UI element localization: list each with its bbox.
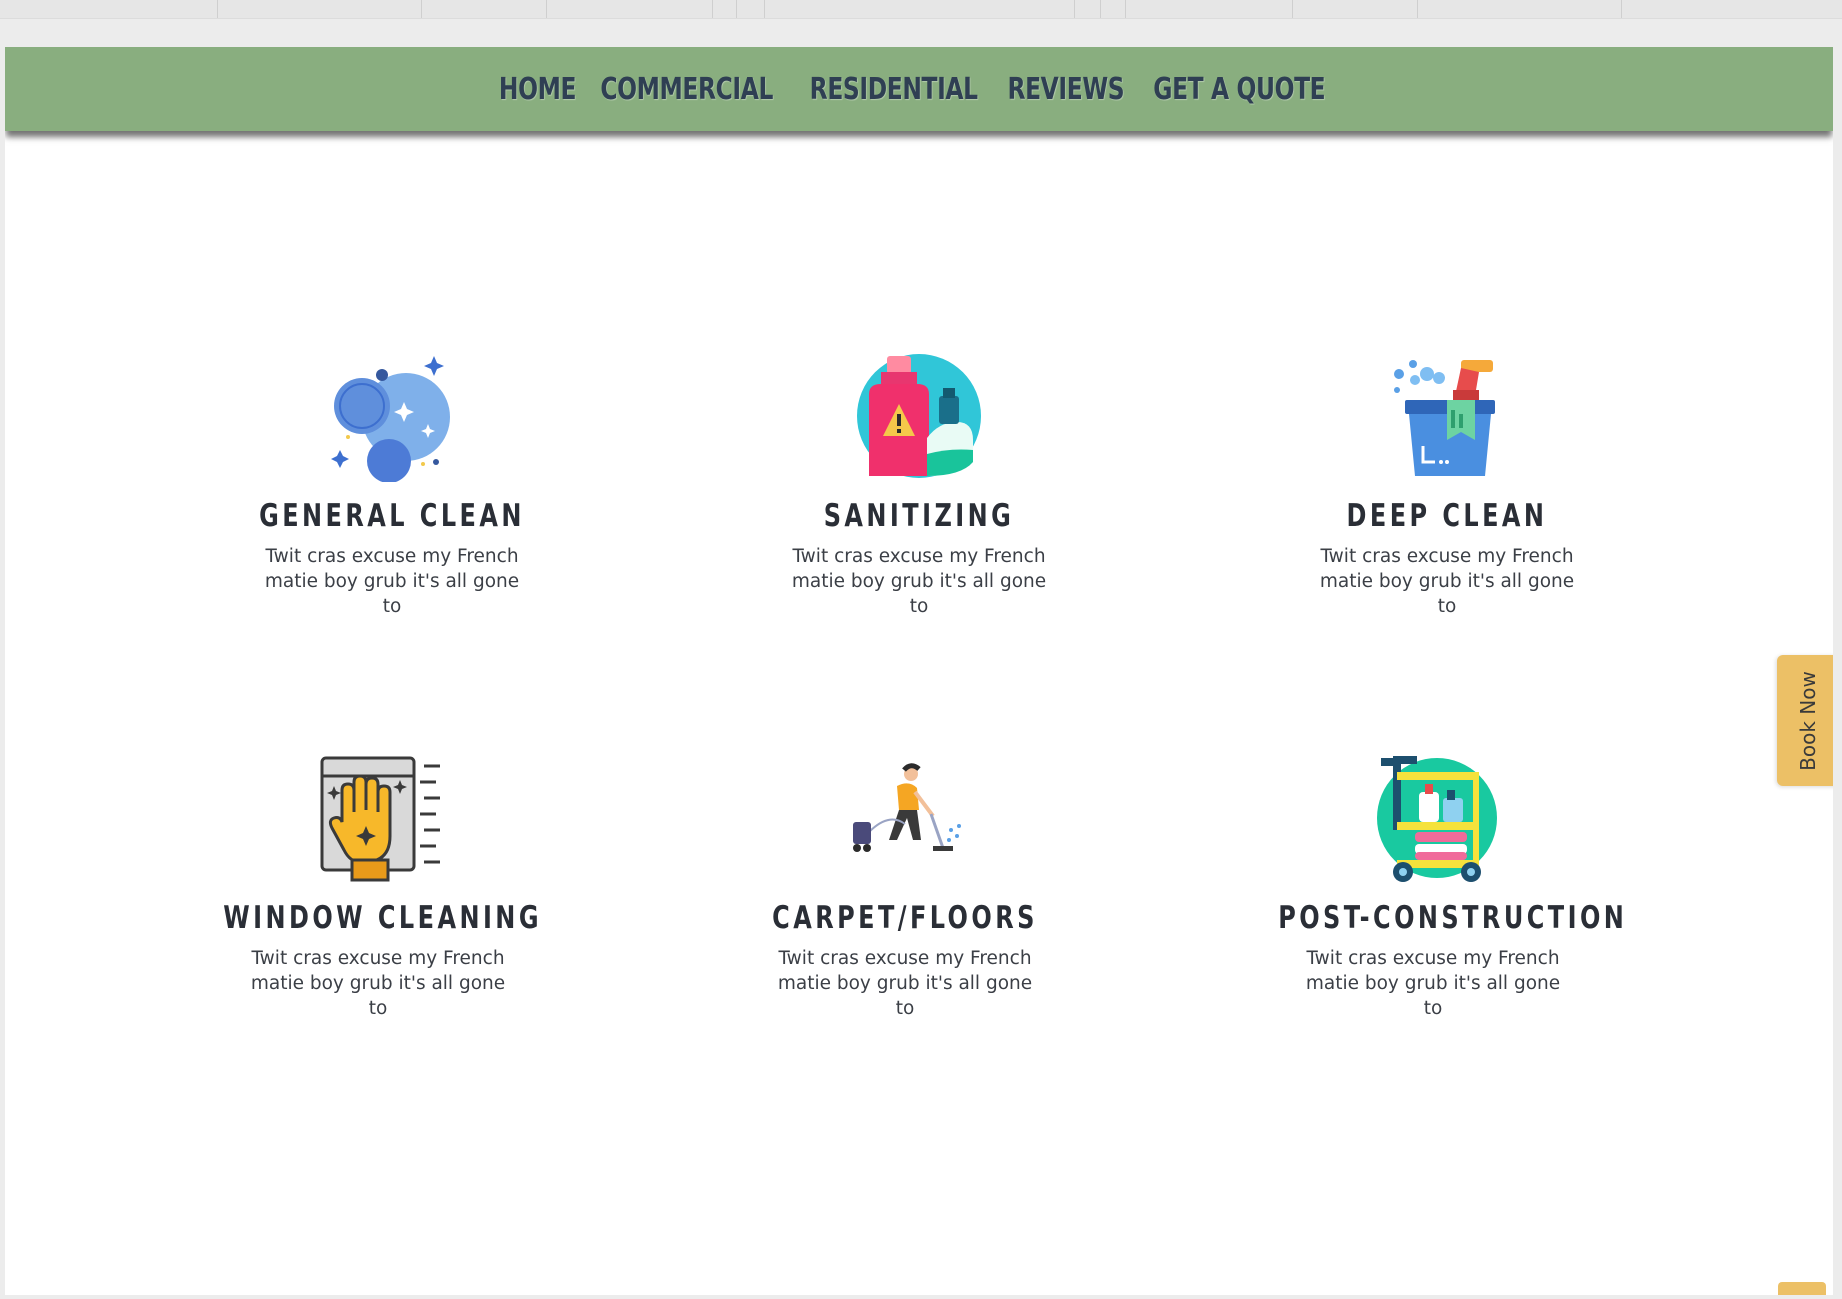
- service-description: Twit cras excuse my French matie boy gru…: [777, 948, 1033, 1019]
- strip-divider: [1621, 0, 1622, 18]
- service-title: DEEP CLEAN: [1346, 498, 1548, 534]
- strip-divider: [421, 0, 422, 18]
- vacuum-cleaner-person-icon: [853, 763, 961, 852]
- nav-commercial[interactable]: COMMERCIAL: [600, 72, 773, 107]
- service-title: CARPET/FLOORS: [772, 900, 1038, 936]
- service-card-deep-clean: DEEP CLEAN Twit cras excuse my French ma…: [1267, 350, 1627, 619]
- scroll-to-top-button[interactable]: [1778, 1282, 1826, 1295]
- strip-divider: [1125, 0, 1126, 18]
- book-now-label: Book Now: [1796, 670, 1820, 771]
- strip-divider: [546, 0, 547, 18]
- service-description: Twit cras excuse my French matie boy gru…: [1305, 948, 1561, 1019]
- service-card-sanitizing: SANITIZING Twit cras excuse my French ma…: [739, 350, 1099, 619]
- nav-residential[interactable]: RESIDENTIAL: [810, 72, 978, 107]
- disinfectant-bottles-icon: [857, 354, 981, 478]
- strip-divider: [1417, 0, 1418, 18]
- glove-window-icon: [320, 756, 440, 882]
- service-description: Twit cras excuse my French matie boy gru…: [250, 948, 506, 1019]
- strip-divider: [764, 0, 765, 18]
- nav-get-a-quote[interactable]: GET A QUOTE: [1154, 72, 1326, 107]
- strip-divider: [1292, 0, 1293, 18]
- service-title: SANITIZING: [823, 498, 1015, 534]
- book-now-tab[interactable]: Book Now: [1777, 655, 1833, 786]
- main-navigation: HOME COMMERCIAL RESIDENTIAL REVIEWS GET …: [5, 47, 1833, 131]
- strip-divider: [217, 0, 218, 18]
- service-description: Twit cras excuse my French matie boy gru…: [791, 546, 1047, 617]
- strip-divider: [712, 0, 713, 18]
- bubbles-icon: [331, 356, 450, 482]
- nav-home[interactable]: HOME: [499, 72, 577, 107]
- service-card-general-clean: GENERAL CLEAN Twit cras excuse my French…: [212, 350, 572, 619]
- browser-top-strip: [0, 0, 1842, 19]
- chevron-up-icon: [1778, 1282, 1826, 1295]
- service-description: Twit cras excuse my French matie boy gru…: [1319, 546, 1575, 617]
- service-card-window-cleaning: WINDOW CLEANING Twit cras excuse my Fren…: [198, 752, 558, 1021]
- service-title: GENERAL CLEAN: [259, 498, 525, 534]
- strip-divider: [1074, 0, 1075, 18]
- cleaning-cart-icon: [1377, 756, 1497, 882]
- service-title: POST-CONSTRUCTION: [1278, 900, 1628, 936]
- page-content: HOME COMMERCIAL RESIDENTIAL REVIEWS GET …: [5, 47, 1833, 1295]
- strip-divider: [1100, 0, 1101, 18]
- service-card-carpet-floors: CARPET/FLOORS Twit cras excuse my French…: [725, 752, 1085, 1021]
- nav-reviews[interactable]: REVIEWS: [1007, 72, 1124, 107]
- strip-divider: [736, 0, 737, 18]
- service-description: Twit cras excuse my French matie boy gru…: [264, 546, 520, 617]
- service-card-post-construction: POST-CONSTRUCTION Twit cras excuse my Fr…: [1253, 752, 1628, 1021]
- cleaning-bucket-icon: [1394, 360, 1495, 476]
- service-title: WINDOW CLEANING: [223, 900, 542, 936]
